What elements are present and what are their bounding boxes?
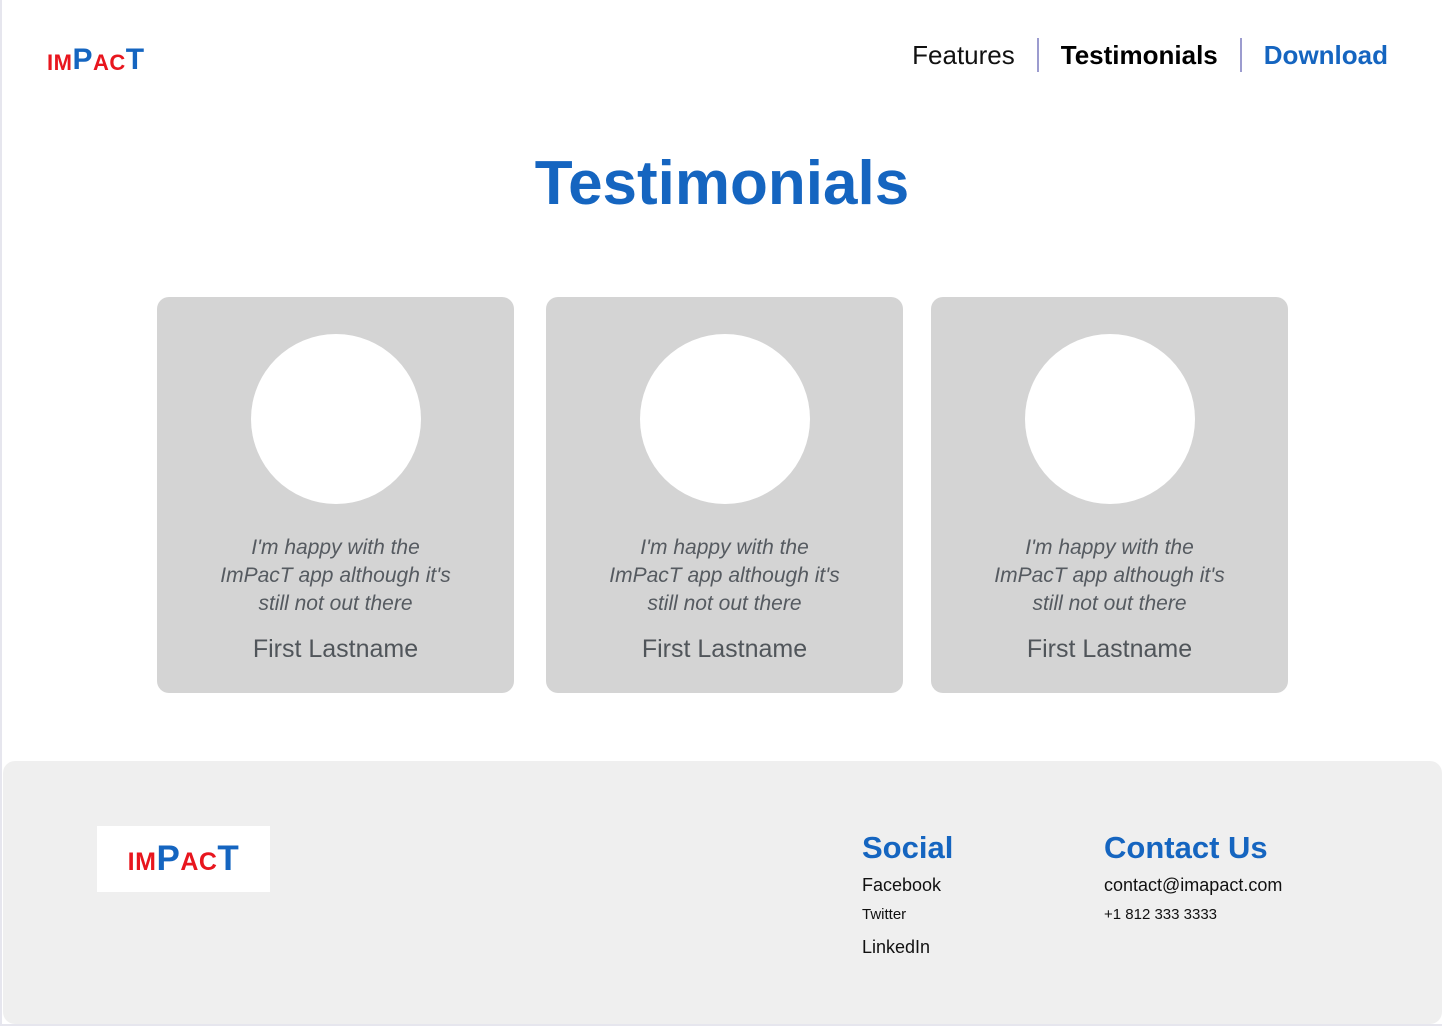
logo-part-im: IM [127,848,157,876]
quote-line: still not out there [1032,592,1187,615]
footer-social-column: Social Facebook Twitter LinkedIn [862,829,953,959]
logo-part-p: P [156,839,181,878]
quote-line: ImPacT app although it's [994,564,1225,587]
testimonial-author: First Lastname [252,635,419,663]
testimonial-card: I'm happy with the ImPacT app although i… [546,297,903,693]
contact-phone[interactable]: +1 812 333 3333 [1104,903,1282,927]
facebook-link[interactable]: Facebook [862,873,953,897]
page-title: Testimonials [534,149,910,218]
testimonial-author: First Lastname [1026,635,1193,663]
header-logo[interactable]: IM P AC T [47,38,145,76]
testimonial-quote: I'm happy with the ImPacT app although i… [586,534,863,618]
testimonial-card: I'm happy with the ImPacT app although i… [931,297,1288,693]
nav-download-link[interactable]: Download [1242,38,1388,72]
quote-line: I'm happy with the [640,536,809,559]
footer-logo[interactable]: IM P AC T [97,826,270,892]
footer: IM P AC T Social Facebook Twitter Linked… [3,761,1442,1024]
nav-features-link[interactable]: Features [890,38,1037,72]
quote-line: ImPacT app although it's [220,564,451,587]
logo-part-im: IM [47,50,73,75]
footer-contact-column: Contact Us contact@imapact.com +1 812 33… [1104,829,1282,927]
main-nav: Features Testimonials Download [890,38,1388,72]
logo-part-ac: AC [180,848,218,876]
contact-email-link[interactable]: contact@imapact.com [1104,873,1282,897]
avatar [251,334,421,504]
twitter-link[interactable]: Twitter [862,903,953,927]
social-heading: Social [862,830,954,865]
nav-testimonials-link[interactable]: Testimonials [1039,38,1240,72]
avatar [1025,334,1195,504]
logo-part-t: T [217,839,240,878]
quote-line: still not out there [647,592,802,615]
quote-line: I'm happy with the [1025,536,1194,559]
quote-line: I'm happy with the [251,536,420,559]
logo-part-ac: AC [92,50,126,75]
testimonial-quote: I'm happy with the ImPacT app although i… [971,534,1248,618]
logo-part-t: T [125,43,145,76]
avatar [640,334,810,504]
contact-heading: Contact Us [1104,830,1268,865]
testimonial-quote: I'm happy with the ImPacT app although i… [197,534,474,618]
linkedin-link[interactable]: LinkedIn [862,935,953,959]
logo-part-p: P [72,43,93,76]
quote-line: ImPacT app although it's [609,564,840,587]
quote-line: still not out there [258,592,413,615]
testimonial-card: I'm happy with the ImPacT app although i… [157,297,514,693]
footer-logo-wordmark: IM P AC T [127,839,240,878]
testimonial-author: First Lastname [641,635,808,663]
